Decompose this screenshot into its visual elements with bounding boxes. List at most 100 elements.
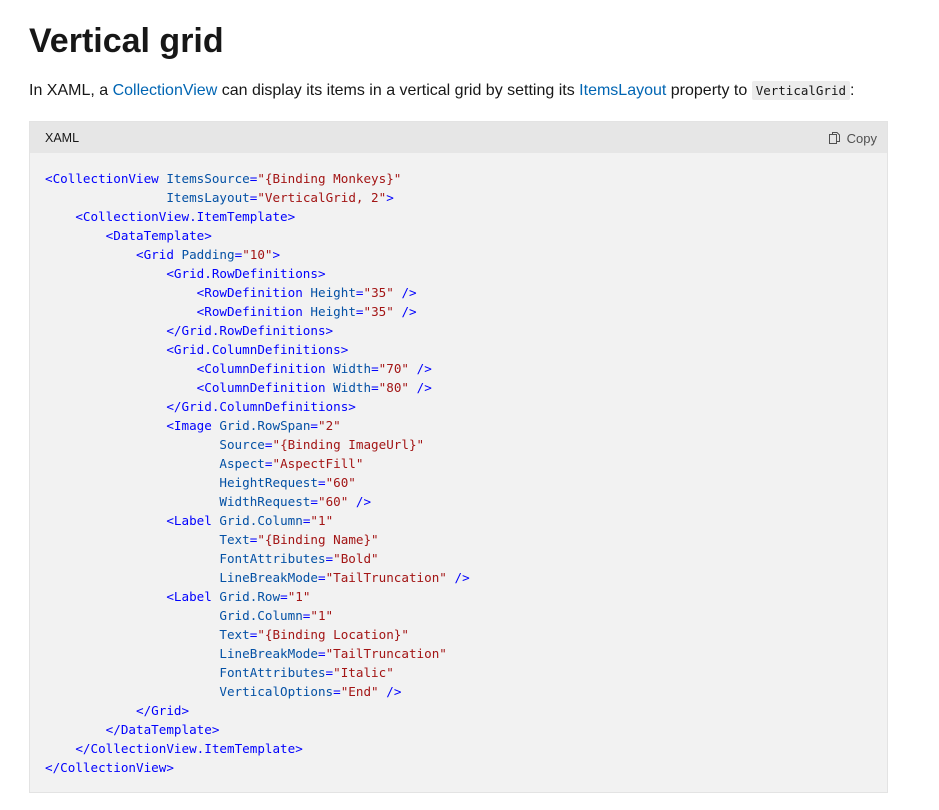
code-line: <Grid Padding="10">	[45, 245, 470, 264]
code-token-tag: </CollectionView>	[45, 760, 174, 775]
code-token-tag: =	[310, 494, 318, 509]
code-token-val: "TailTruncation"	[325, 646, 447, 661]
code-token-attr: Source	[219, 437, 265, 452]
code-token-attr: Width	[333, 361, 372, 376]
code-token-val: "{Binding Monkeys}"	[257, 171, 402, 186]
inline-code-verticalgrid: VerticalGrid	[751, 81, 851, 100]
code-body: <CollectionView ItemsSource = "{Binding Mo…	[45, 169, 470, 777]
code-token-attr: Grid.Column	[219, 513, 303, 528]
code-token-tag: =	[371, 380, 379, 395]
code-line: <RowDefinition Height="35" />	[45, 283, 470, 302]
code-line: <ColumnDefinition Width="80" />	[45, 378, 470, 397]
intro-text: can display its items in a vertical grid…	[217, 82, 580, 99]
code-language-label: XAML	[45, 131, 80, 145]
code-token-tag: =	[317, 570, 326, 585]
code-token-val: "VerticalGrid, 2"	[257, 190, 387, 205]
code-token-tag: </CollectionView.ItemTemplate>	[75, 741, 303, 756]
intro-paragraph: In XAML, a CollectionView can display it…	[29, 79, 909, 103]
code-token-tag: =	[355, 304, 364, 319]
code-token-attr: Text	[219, 627, 250, 642]
code-line: </Grid.ColumnDefinitions>	[45, 397, 470, 416]
code-line: <Label Grid.Row="1"	[45, 587, 470, 606]
code-token-tag: =	[333, 684, 341, 699]
code-line: VerticalOptions="End" />	[45, 682, 470, 701]
code-token-val: "1"	[310, 608, 334, 623]
code-token-tag: />	[401, 304, 417, 319]
code-line: <ColumnDefinition Width="70" />	[45, 359, 470, 378]
code-token-tag: <Grid.ColumnDefinitions>	[166, 342, 349, 357]
code-token-tag: <Label	[166, 513, 212, 528]
code-line: Text="{Binding Location}"	[45, 625, 470, 644]
code-line: </CollectionView>	[45, 758, 470, 777]
code-line: HeightRequest="60"	[45, 473, 470, 492]
code-token-val: "1"	[287, 589, 311, 604]
code-token-attr: Grid.Column	[219, 608, 303, 623]
code-token-tag: />	[386, 684, 402, 699]
code-token-tag: <CollectionView	[45, 171, 159, 186]
code-token-attr: VerticalOptions	[219, 684, 334, 699]
collectionview-link[interactable]: CollectionView	[113, 82, 218, 99]
code-token-val: "70"	[378, 361, 410, 376]
code-line: <Label Grid.Column="1"	[45, 511, 470, 530]
intro-text: In XAML, a	[29, 82, 113, 99]
code-line: Source="{Binding ImageUrl}"	[45, 435, 470, 454]
code-token-tag: />	[401, 285, 417, 300]
intro-text: property to	[666, 82, 752, 99]
code-token-val: "2"	[318, 418, 341, 433]
code-token-tag: </Grid.RowDefinitions>	[166, 323, 334, 338]
code-token-attr: WidthRequest	[219, 494, 311, 509]
code-line: WidthRequest="60" />	[45, 492, 470, 511]
code-token-tag: <CollectionView.ItemTemplate>	[75, 209, 296, 224]
intro-text: :	[850, 82, 855, 99]
code-token-val: "{Binding ImageUrl}"	[272, 437, 425, 452]
code-line: <DataTemplate>	[45, 226, 470, 245]
code-line: <CollectionView.ItemTemplate>	[45, 207, 470, 226]
code-token-tag: =	[310, 418, 319, 433]
code-line: LineBreakMode="TailTruncation" />	[45, 568, 470, 587]
code-line: <Grid.ColumnDefinitions>	[45, 340, 470, 359]
code-token-val: "1"	[310, 513, 334, 528]
code-line: </CollectionView.ItemTemplate>	[45, 739, 470, 758]
code-token-tag: />	[454, 570, 470, 585]
code-header: XAML Copy	[30, 122, 887, 153]
code-line: ItemsLayout="VerticalGrid, 2">	[45, 188, 470, 207]
code-line: </Grid>	[45, 701, 470, 720]
code-token-tag: =	[317, 646, 326, 661]
code-token-tag: <Grid	[136, 247, 174, 262]
code-token-attr: Text	[219, 532, 250, 547]
code-token-attr: ItemsSource	[166, 171, 250, 186]
code-line: FontAttributes="Italic"	[45, 663, 470, 682]
copy-button[interactable]: Copy	[828, 129, 877, 147]
code-token-val: "{Binding Location}"	[257, 627, 409, 642]
code-token-tag: =	[371, 361, 379, 376]
code-line: <RowDefinition Height="35" />	[45, 302, 470, 321]
itemslayout-link[interactable]: ItemsLayout	[579, 82, 666, 99]
code-token-tag: >	[386, 190, 394, 205]
code-token-tag: >	[272, 247, 281, 262]
code-token-tag: />	[416, 361, 432, 376]
code-token-attr: Width	[333, 380, 372, 395]
code-token-val: "Italic"	[333, 665, 394, 680]
code-token-attr: LineBreakMode	[219, 570, 318, 585]
